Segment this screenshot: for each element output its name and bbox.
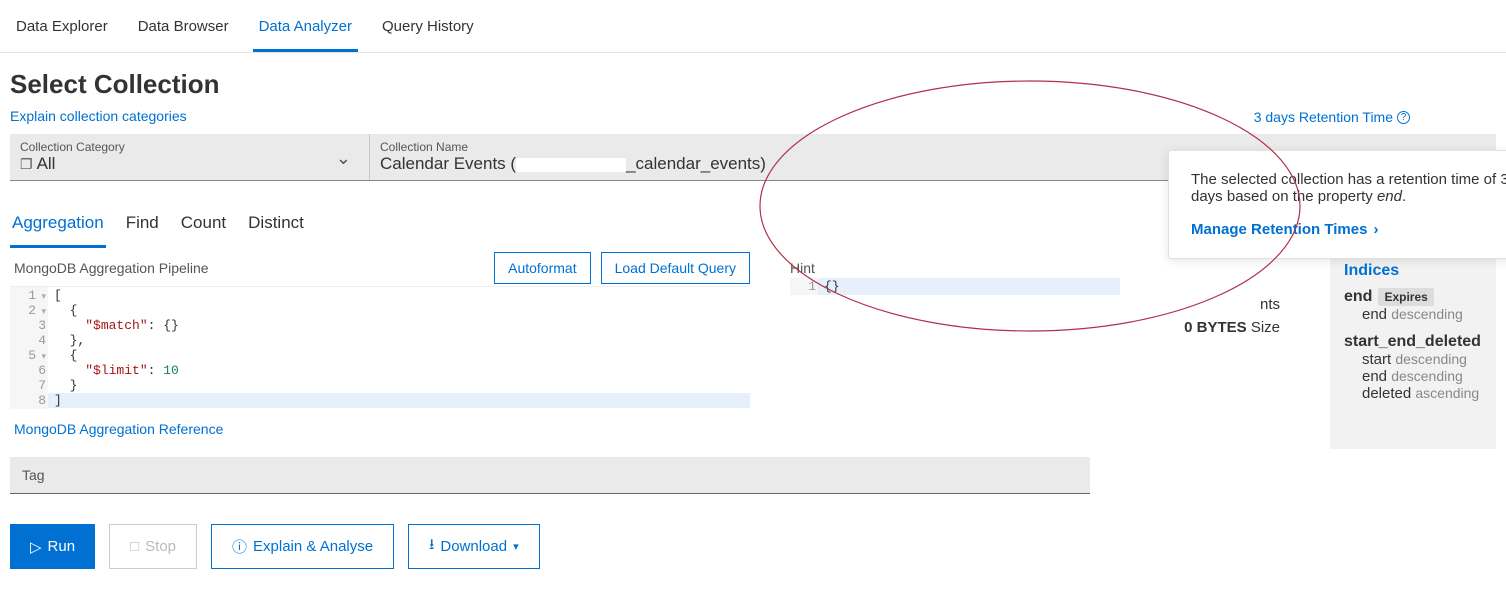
download-button[interactable]: ⭳Download ▾ (408, 524, 540, 569)
hint-editor[interactable]: 1 {} (790, 278, 1120, 295)
tab-data-explorer[interactable]: Data Explorer (10, 10, 114, 52)
pipeline-label: MongoDB Aggregation Pipeline (10, 252, 484, 284)
download-icon: ⭳ (429, 534, 434, 559)
action-button-row: ▷Run □Stop ⓘExplain & Analyse ⭳Download … (0, 494, 1506, 599)
stop-icon: □ (130, 538, 139, 555)
index-field: start descending (1344, 351, 1482, 368)
subtab-find[interactable]: Find (124, 207, 161, 248)
pipeline-pane: MongoDB Aggregation Pipeline Autoformat … (10, 252, 750, 449)
collection-category-value: All (37, 154, 56, 173)
chevron-right-icon: › (1373, 221, 1378, 238)
nav-tabs: Data Explorer Data Browser Data Analyzer… (0, 0, 1506, 53)
redacted-segment (516, 158, 626, 172)
editor-code[interactable]: [ { "$match": {} }, { "$limit": 10 } ] (48, 287, 750, 409)
documents-stat: nts (1160, 296, 1280, 313)
collection-name-prefix: Calendar Events ( (380, 154, 516, 173)
collection-name-suffix: _calendar_events) (626, 154, 766, 173)
chevron-down-icon: ⌄ (336, 148, 351, 169)
size-stat: 0 BYTES Size (1160, 319, 1280, 336)
collection-category-select[interactable]: Collection Category ❐All ⌄ (10, 134, 370, 180)
pipeline-editor[interactable]: 12345678 [ { "$match": {} }, { "$limit":… (10, 286, 750, 409)
info-icon: ⓘ (232, 536, 247, 557)
tab-data-browser[interactable]: Data Browser (132, 10, 235, 52)
index-start-end-deleted: start_end_deleted start descending end d… (1344, 333, 1482, 402)
hint-label: Hint (790, 252, 1120, 278)
autoformat-button[interactable]: Autoformat (494, 252, 590, 284)
index-field: end descending (1344, 368, 1482, 385)
indices-pane: Indices end Expires end descending start… (1330, 252, 1496, 449)
page-title: Select Collection (0, 53, 1506, 106)
expires-badge: Expires (1378, 288, 1433, 306)
aggregation-reference-link[interactable]: MongoDB Aggregation Reference (10, 409, 227, 449)
index-field: deleted ascending (1344, 385, 1482, 402)
index-end: end Expires end descending (1344, 288, 1482, 323)
info-icon: ? (1397, 111, 1410, 124)
subtab-count[interactable]: Count (179, 207, 228, 248)
retention-popover-text: The selected collection has a retention … (1191, 171, 1506, 205)
hint-pane: Hint 1 {} (790, 252, 1120, 449)
retention-popover: The selected collection has a retention … (1168, 150, 1506, 259)
tab-query-history[interactable]: Query History (376, 10, 480, 52)
run-button[interactable]: ▷Run (10, 524, 95, 569)
explain-analyse-button[interactable]: ⓘExplain & Analyse (211, 524, 394, 569)
tab-data-analyzer[interactable]: Data Analyzer (253, 10, 358, 52)
indices-title: Indices (1344, 262, 1482, 280)
manage-retention-link[interactable]: Manage Retention Times› (1191, 221, 1378, 238)
stop-button: □Stop (109, 524, 197, 569)
load-default-query-button[interactable]: Load Default Query (601, 252, 750, 284)
retention-time-link[interactable]: 3 days Retention Time ? (1254, 109, 1410, 125)
collection-selector-row: Collection Category ❐All ⌄ Collection Na… (10, 134, 1496, 181)
index-field: end descending (1344, 306, 1482, 323)
chevron-down-icon: ▾ (513, 540, 519, 553)
editor-gutter: 12345678 (10, 287, 48, 409)
subtab-distinct[interactable]: Distinct (246, 207, 306, 248)
stack-icon: ❐ (20, 156, 33, 172)
tag-input[interactable]: Tag (10, 457, 1090, 494)
collection-category-label: Collection Category (20, 140, 359, 154)
subtab-aggregation[interactable]: Aggregation (10, 207, 106, 248)
play-icon: ▷ (30, 538, 42, 556)
explain-categories-link[interactable]: Explain collection categories (0, 106, 197, 134)
stats-pane: nts 0 BYTES Size (1160, 252, 1280, 449)
